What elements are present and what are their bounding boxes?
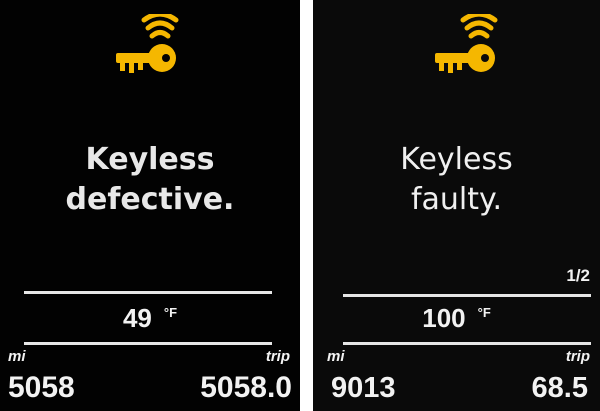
temperature-unit: °F [163, 305, 178, 320]
keyless-warning-icon [435, 14, 498, 73]
odometer-value: 5058 [8, 371, 75, 404]
temperature-value: 49 [122, 303, 152, 333]
trip-value: 68.5 [531, 372, 588, 404]
temperature-unit: °F [477, 305, 491, 320]
trip-label: trip [265, 348, 290, 365]
trip-value: 5058.0 [200, 371, 292, 404]
cluster-display-left: Keyless defective. 49 °F mi trip 5058 505… [0, 0, 300, 411]
warning-message-line2: faulty. [410, 182, 503, 217]
warning-message-line2: defective. [65, 182, 235, 217]
divider [343, 342, 591, 345]
divider [24, 342, 272, 345]
odometer-label: mi [8, 348, 26, 365]
keyless-warning-icon [116, 14, 179, 73]
page-indicator: 1/2 [566, 266, 590, 285]
odometer-label: mi [327, 348, 345, 365]
cluster-display-right: Keyless faulty. 1/2 100 °F mi trip 9013 6… [313, 0, 600, 411]
divider [24, 291, 272, 294]
outside-temperature: 49 °F [0, 303, 300, 334]
warning-message: Keyless faulty. [313, 140, 600, 220]
divider [343, 294, 591, 297]
odometer-value: 9013 [331, 372, 396, 404]
trip-label: trip [565, 348, 590, 365]
warning-message-line1: Keyless [400, 142, 513, 177]
temperature-value: 100 [422, 303, 466, 333]
warning-message-line1: Keyless [85, 142, 215, 177]
warning-message: Keyless defective. [0, 140, 300, 220]
outside-temperature: 100 °F [313, 303, 600, 334]
